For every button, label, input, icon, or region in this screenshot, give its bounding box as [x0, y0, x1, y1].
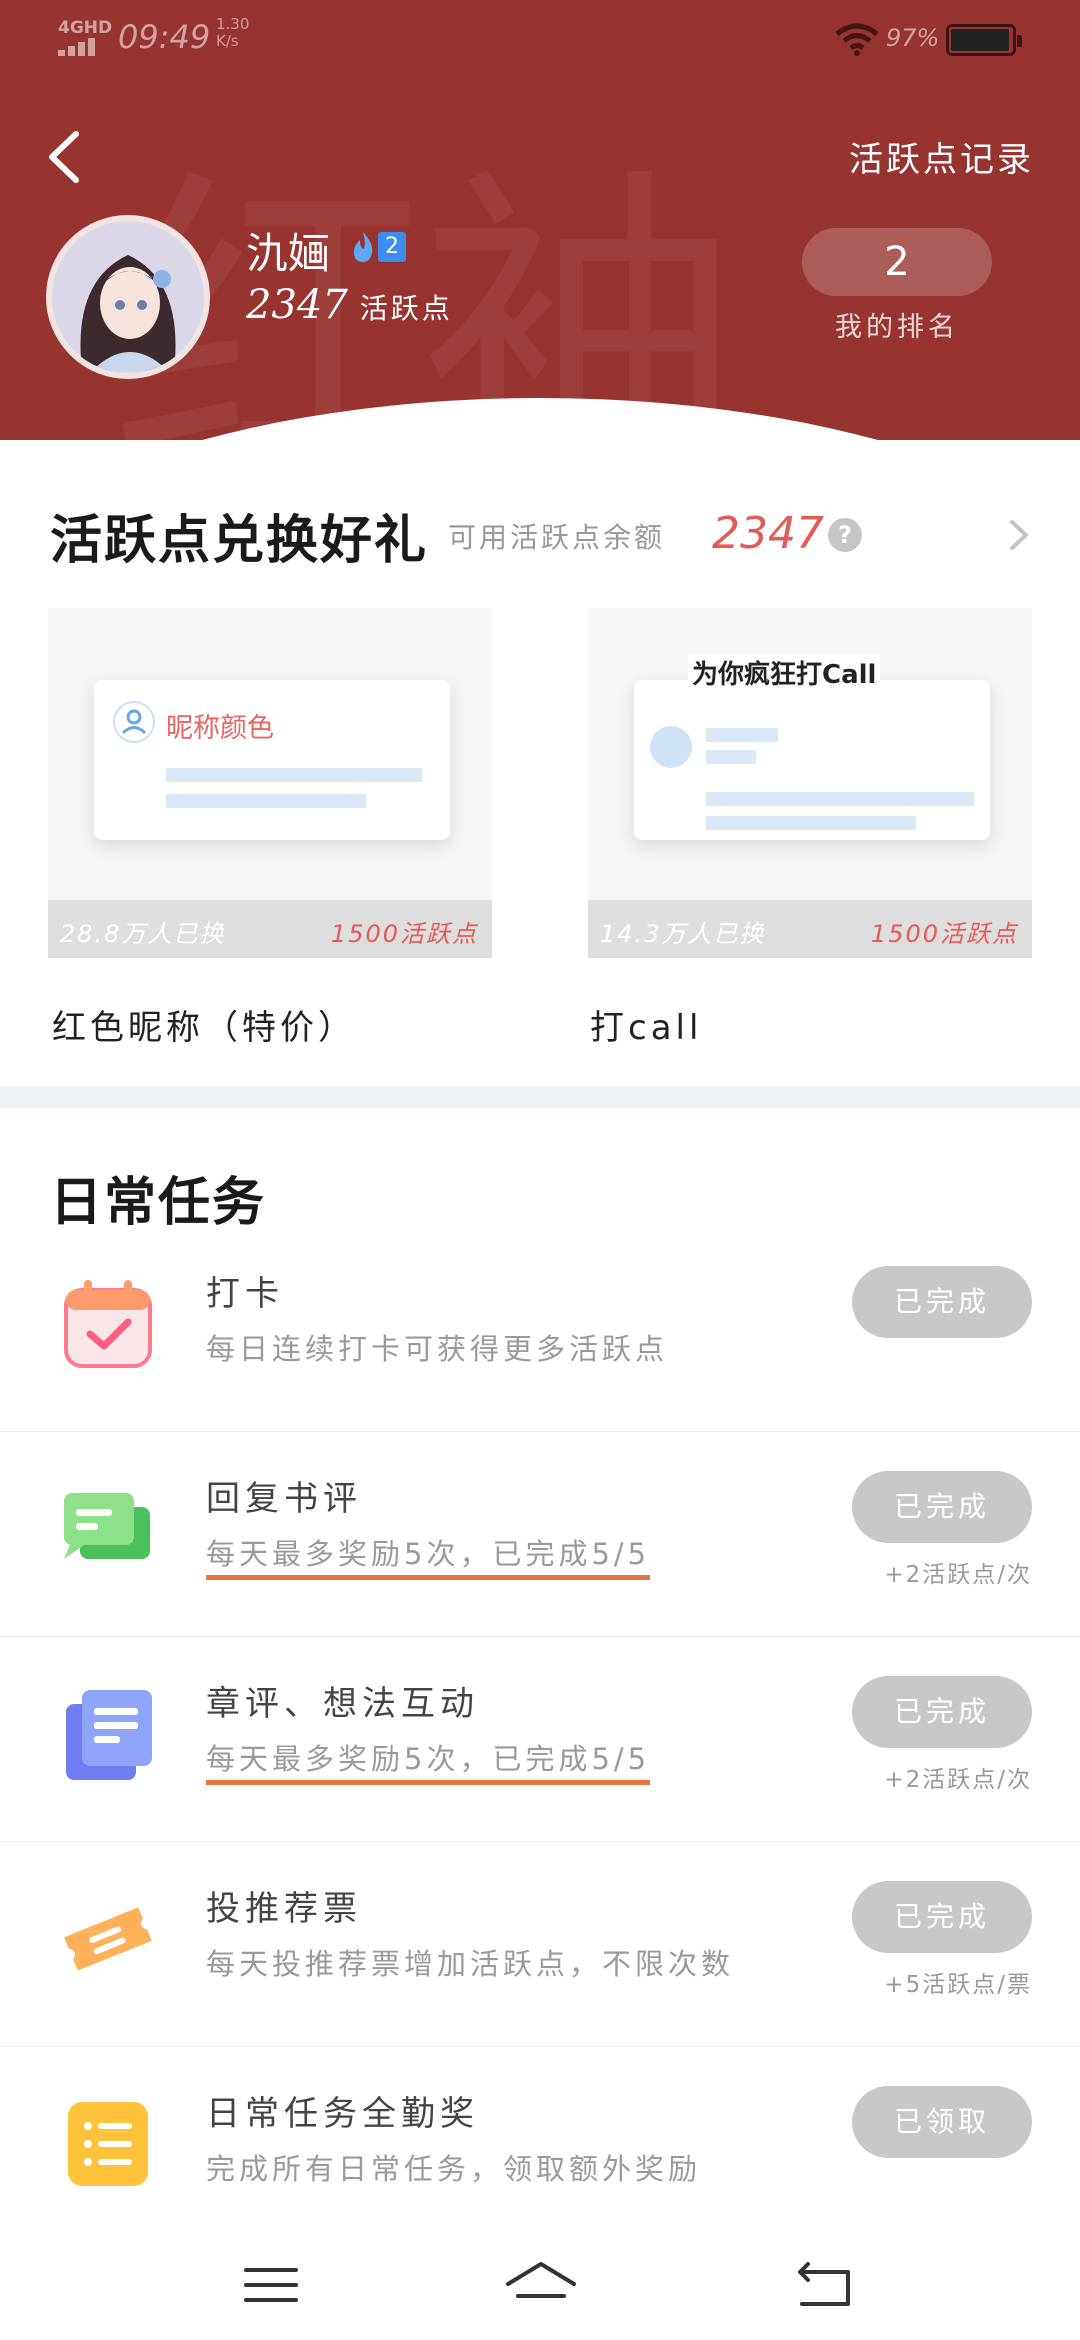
avatar[interactable] [46, 215, 210, 379]
points-unit: 活跃点 [359, 292, 453, 325]
task-reward: +5活跃点/票 [884, 1972, 1032, 1998]
card-name: 打call [590, 1008, 703, 1048]
signal-icon [58, 38, 104, 56]
status-bar: 4GHD 09:49 1.30 K/s 97% [0, 0, 1080, 80]
card-info-strip: 28.8万人已换 1500活跃点 [48, 900, 492, 958]
card-price: 1500活跃点 [870, 920, 1018, 948]
task-status-button[interactable]: 已领取 [852, 2086, 1032, 2158]
username: 氿婳 [246, 229, 331, 278]
task-item: 打卡 每日连续打卡可获得更多活跃点 已完成 [0, 1228, 1080, 1432]
avatar-placeholder [650, 726, 692, 768]
task-title: 日常任务全勤奖 [206, 2094, 479, 2134]
home-icon [506, 2262, 576, 2298]
task-item: 投推荐票 每天投推荐票增加活跃点，不限次数 已完成 +5活跃点/票 [0, 1843, 1080, 2047]
avatar-image [52, 221, 204, 373]
task-desc: 每日连续打卡可获得更多活跃点 [206, 1332, 669, 1366]
rank-pill[interactable]: 2 [802, 228, 992, 296]
placeholder-line [706, 750, 756, 764]
menu-icon [244, 2268, 298, 2302]
daily-tasks-title: 日常任务 [50, 1173, 267, 1233]
back-button[interactable] [38, 122, 98, 192]
return-icon [798, 2262, 850, 2306]
chevron-left-icon [49, 131, 79, 183]
chat-bubble-icon [64, 1493, 150, 1559]
task-title: 回复书评 [206, 1479, 362, 1519]
placeholder-line [706, 728, 778, 742]
gift-card-call[interactable]: 为你疯狂打Call 14.3万人已换 1500活跃点 [588, 608, 1032, 958]
task-status-button[interactable]: 已完成 [852, 1881, 1032, 1953]
task-item: 日常任务全勤奖 完成所有日常任务，领取额外奖励 已领取 [0, 2048, 1080, 2252]
ticket-icon [64, 1907, 152, 1971]
exchange-count: 14.3万人已换 [600, 920, 766, 948]
list-icon [68, 2102, 148, 2186]
task-reward: +2活跃点/次 [884, 1562, 1032, 1588]
placeholder-line [166, 768, 422, 782]
exchange-count: 28.8万人已换 [60, 920, 226, 948]
activity-record-link[interactable]: 活跃点记录 [849, 132, 1034, 181]
task-status-button[interactable]: 已完成 [852, 1676, 1032, 1748]
exchange-more-button[interactable] [1000, 514, 1036, 556]
task-item: 章评、想法互动 每天最多奖励5次，已完成5/5 已完成 +2活跃点/次 [0, 1638, 1080, 1842]
help-icon[interactable]: ? [828, 518, 862, 552]
task-item: 回复书评 每天最多奖励5次，已完成5/5 已完成 +2活跃点/次 [0, 1433, 1080, 1637]
app-root: 红 袖 4GHD 09:49 1.30 K/s 97% 活跃点记录 氿婳 2 2… [0, 0, 1080, 2340]
task-status-button[interactable]: 已完成 [852, 1266, 1032, 1338]
profile-header: 红 袖 4GHD 09:49 1.30 K/s 97% 活跃点记录 氿婳 2 2… [0, 0, 1080, 440]
balance-label: 可用活跃点余额 [448, 521, 666, 554]
battery-icon [946, 24, 1022, 56]
task-status-button[interactable]: 已完成 [852, 1471, 1032, 1543]
card-info-strip: 14.3万人已换 1500活跃点 [588, 900, 1032, 958]
task-desc: 完成所有日常任务，领取额外奖励 [206, 2152, 702, 2186]
back-nav-button[interactable] [778, 2250, 868, 2320]
points-total: 2347 活跃点 [246, 282, 453, 328]
system-nav-bar [0, 2230, 1080, 2340]
card-name: 红色昵称（特价） [52, 1008, 356, 1048]
card-price: 1500活跃点 [330, 920, 478, 948]
level-number: 2 [378, 232, 406, 262]
chevron-right-icon [1010, 520, 1028, 550]
battery-percent: 97% [886, 24, 940, 52]
placeholder-line [166, 794, 366, 808]
exchange-title: 活跃点兑换好礼 [50, 511, 429, 571]
net-speed: 1.30 K/s [216, 15, 250, 50]
gift-card-red-nickname[interactable]: 昵称颜色 28.8万人已换 1500活跃点 [48, 608, 492, 958]
calendar-check-icon [64, 1280, 152, 1368]
level-badge: 2 [350, 228, 406, 266]
home-button[interactable] [496, 2250, 586, 2320]
document-icon [66, 1690, 152, 1780]
points-value: 2347 [246, 282, 348, 328]
preview-panel: 昵称颜色 [94, 680, 450, 840]
task-reward: +2活跃点/次 [884, 1767, 1032, 1793]
clock: 09:49 [118, 18, 211, 56]
task-title: 投推荐票 [206, 1889, 362, 1929]
balance-value: 2347 [712, 508, 824, 559]
section-divider [0, 1086, 1080, 1108]
menu-button[interactable] [226, 2250, 316, 2320]
placeholder-line [706, 816, 916, 830]
placeholder-line [706, 792, 974, 806]
user-icon [113, 701, 155, 743]
network-type: 4GHD [58, 18, 113, 38]
preview-panel [634, 680, 990, 840]
rank-label: 我的排名 [835, 312, 959, 343]
task-title: 章评、想法互动 [206, 1684, 479, 1724]
task-desc: 每天投推荐票增加活跃点，不限次数 [206, 1947, 735, 1981]
task-desc: 每天最多奖励5次，已完成5/5 [206, 1736, 651, 1785]
flame-icon [353, 232, 373, 262]
wifi-icon [835, 23, 879, 56]
task-desc: 每天最多奖励5次，已完成5/5 [206, 1531, 651, 1580]
task-title: 打卡 [206, 1274, 284, 1314]
preview-label: 昵称颜色 [166, 713, 274, 744]
preview-label: 为你疯狂打Call [688, 654, 881, 691]
